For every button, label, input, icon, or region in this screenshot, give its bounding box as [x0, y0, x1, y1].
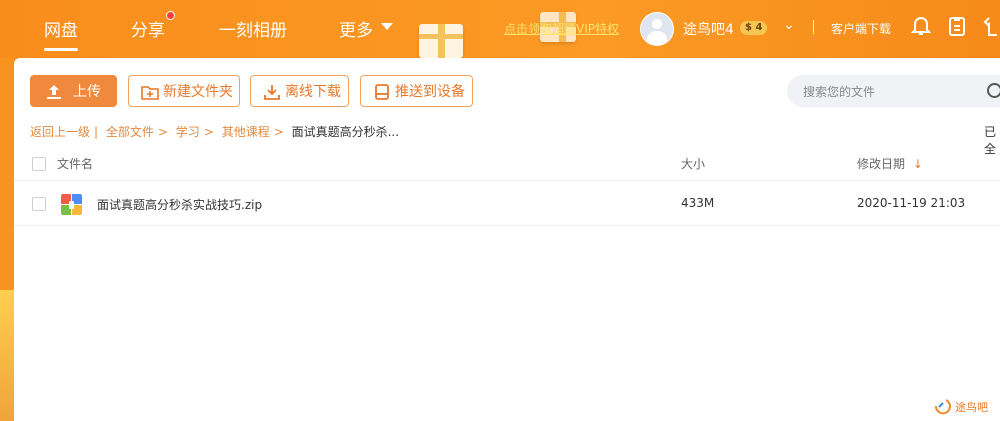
- column-header-name[interactable]: 文件名: [57, 155, 93, 172]
- search-box[interactable]: [787, 75, 1000, 107]
- divider: [14, 225, 1000, 226]
- breadcrumb-arrow: >: [157, 125, 168, 139]
- breadcrumb-item-study[interactable]: 学习: [176, 125, 200, 139]
- upload-icon: [47, 85, 61, 99]
- nav-netdisk-tab[interactable]: 网盘: [44, 16, 78, 51]
- download-icon: [264, 85, 280, 100]
- breadcrumb-arrow: >: [203, 125, 214, 139]
- chevron-down-icon[interactable]: [381, 23, 393, 30]
- folder-plus-icon: [141, 86, 159, 100]
- notification-dot: [166, 11, 175, 20]
- upload-button[interactable]: 上传: [30, 75, 117, 107]
- loaded-count-text: 已全: [984, 125, 997, 156]
- gift-box-decoration: [419, 24, 463, 58]
- push-to-device-label: 推送到设备: [395, 84, 465, 100]
- points-badge: $ 4: [740, 21, 768, 35]
- breadcrumb-back-link[interactable]: 返回上一级: [30, 125, 90, 139]
- divider: [813, 20, 814, 34]
- client-download-link[interactable]: 客户端下载: [831, 20, 891, 37]
- push-to-device-button[interactable]: 推送到设备: [360, 75, 473, 107]
- background-decoration: [0, 290, 14, 421]
- offline-download-label: 离线下载: [285, 84, 341, 100]
- new-folder-button[interactable]: 新建文件夹: [128, 75, 240, 107]
- breadcrumb-item-other-courses[interactable]: 其他课程: [222, 125, 270, 139]
- nav-share-tab[interactable]: 分享: [131, 16, 165, 41]
- column-header-size[interactable]: 大小: [681, 155, 705, 172]
- bell-icon[interactable]: [911, 15, 931, 37]
- column-header-modified-label: 修改日期: [857, 157, 906, 171]
- vip-promo-link[interactable]: 点击领取超级VIP特权: [504, 20, 619, 37]
- new-folder-label: 新建文件夹: [163, 84, 233, 100]
- breadcrumb: 返回上一级 | 全部文件 > 学习 > 其他课程 > 面试真题高分秒杀...: [30, 123, 403, 140]
- clipboard-icon[interactable]: [947, 15, 967, 37]
- divider: [14, 180, 1000, 181]
- upload-label: 上传: [73, 84, 101, 100]
- nav-more-tab[interactable]: 更多: [339, 16, 373, 41]
- breadcrumb-current: 面试真题高分秒杀...: [291, 125, 400, 139]
- select-all-checkbox[interactable]: [32, 157, 46, 171]
- search-input[interactable]: [801, 82, 985, 102]
- zip-file-icon: [61, 194, 82, 215]
- breadcrumb-divider: |: [94, 125, 99, 139]
- shirt-icon[interactable]: [983, 15, 1000, 37]
- search-icon[interactable]: [987, 83, 1000, 98]
- top-bar: 网盘 分享 一刻相册 更多 点击领取超级VIP特权 途鸟吧4 $ 4 ⌄ 客户端…: [0, 0, 1000, 58]
- row-checkbox[interactable]: [32, 197, 46, 211]
- sort-arrow-icon: ↓: [912, 157, 923, 171]
- offline-download-button[interactable]: 离线下载: [250, 75, 349, 107]
- device-icon: [375, 84, 389, 100]
- watermark-text: 途鸟吧: [955, 400, 988, 414]
- username[interactable]: 途鸟吧4: [683, 19, 734, 39]
- column-header-modified[interactable]: 修改日期 ↓: [857, 155, 923, 172]
- file-size: 433M: [681, 196, 715, 210]
- nav-album-tab[interactable]: 一刻相册: [219, 16, 287, 41]
- watermark-logo: 途鸟吧: [934, 399, 988, 415]
- avatar[interactable]: [640, 12, 674, 46]
- breadcrumb-item-all-files[interactable]: 全部文件: [106, 125, 154, 139]
- file-modified-date: 2020-11-19 21:03: [857, 196, 966, 210]
- file-panel: [14, 58, 1000, 421]
- breadcrumb-arrow: >: [273, 125, 284, 139]
- file-name[interactable]: 面试真题高分秒杀实战技巧.zip: [97, 196, 262, 213]
- chevron-down-icon[interactable]: ⌄: [783, 17, 795, 33]
